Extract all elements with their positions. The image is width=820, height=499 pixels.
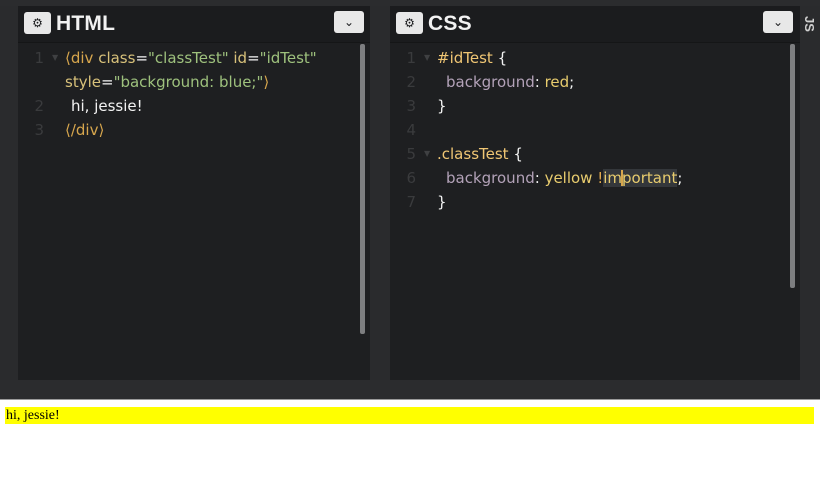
panel-divider[interactable]	[370, 6, 390, 380]
rendered-text: hi, jessie!	[6, 408, 60, 423]
html-panel-title: HTML	[56, 12, 116, 35]
code-line: 3 }	[390, 94, 800, 118]
rendered-div: hi, jessie!	[5, 407, 814, 424]
resize-bar[interactable]	[0, 380, 820, 400]
code-token: :	[534, 169, 540, 187]
code-line: 4	[390, 118, 800, 142]
css-editor-panel: ⚙ CSS ⌄ 1 ▼ #idTest { 2 background: red;…	[390, 6, 800, 380]
code-token: }	[437, 193, 447, 211]
code-token: ⟨/div⟩	[65, 121, 105, 139]
css-scrollbar[interactable]	[790, 44, 795, 288]
css-panel-title: CSS	[428, 12, 472, 35]
css-settings-button[interactable]: ⚙	[396, 12, 423, 34]
fold-arrow-icon[interactable]: ▼	[424, 142, 430, 166]
code-token: =	[135, 49, 149, 67]
line-number: 4	[406, 121, 416, 139]
code-token: ⟨div	[65, 49, 94, 67]
js-tab-label: JS	[802, 16, 817, 32]
selection-highlight: important	[603, 169, 678, 187]
result-preview: hi, jessie!	[0, 400, 820, 499]
code-token: yellow	[544, 169, 593, 187]
gear-icon: ⚙	[404, 16, 415, 30]
line-number: 5	[406, 145, 416, 163]
code-line: 3 ⟨/div⟩	[18, 118, 370, 142]
gear-icon: ⚙	[32, 16, 43, 30]
code-token: "background: blue;"	[113, 73, 264, 91]
fold-arrow-icon[interactable]: ▼	[424, 46, 430, 70]
code-token: red	[544, 73, 570, 91]
html-editor-panel: ⚙ HTML ⌄ 1 ▼ ⟨div class="classTest" id="…	[18, 6, 370, 380]
code-line: 1 ▼ ⟨div class="classTest" id="idTest"	[18, 46, 370, 70]
html-collapse-button[interactable]: ⌄	[334, 11, 364, 33]
code-line: 2 hi, jessie!	[18, 94, 370, 118]
code-token: style	[65, 73, 101, 91]
html-settings-button[interactable]: ⚙	[24, 12, 51, 34]
chevron-down-icon: ⌄	[343, 15, 355, 29]
line-number: 6	[406, 169, 416, 187]
code-token: ;	[677, 169, 683, 187]
code-token: id	[233, 49, 248, 67]
code-token: .classTest	[437, 145, 509, 163]
code-token: portant	[622, 169, 678, 187]
code-line: 7 }	[390, 190, 800, 214]
line-number: 2	[406, 73, 416, 91]
code-token: "idTest"	[259, 49, 317, 67]
html-panel-header: ⚙ HTML ⌄	[18, 6, 370, 43]
line-number: 1	[34, 49, 44, 67]
fold-arrow-icon[interactable]: ▼	[52, 46, 58, 70]
code-token: hi, jessie!	[71, 97, 143, 115]
code-token: class	[98, 49, 136, 67]
line-number: 3	[34, 121, 44, 139]
code-token: im	[603, 169, 623, 187]
code-token: ;	[569, 73, 575, 91]
left-gutter	[0, 6, 18, 380]
code-token: #idTest	[437, 49, 493, 67]
code-line: 1 ▼ #idTest {	[390, 46, 800, 70]
line-number: 3	[406, 97, 416, 115]
css-collapse-button[interactable]: ⌄	[763, 11, 793, 33]
code-line: 5 ▼ .classTest {	[390, 142, 800, 166]
line-number: 2	[34, 97, 44, 115]
code-token: "classTest"	[148, 49, 229, 67]
html-scrollbar[interactable]	[360, 44, 365, 334]
html-code-area[interactable]: 1 ▼ ⟨div class="classTest" id="idTest" s…	[18, 46, 370, 380]
css-code-area[interactable]: 1 ▼ #idTest { 2 background: red; 3 } 4 5…	[390, 46, 800, 380]
line-number: 1	[406, 49, 416, 67]
code-token: =	[247, 49, 260, 67]
css-panel-header: ⚙ CSS ⌄	[390, 6, 800, 43]
code-token: :	[534, 73, 540, 91]
code-token: }	[437, 97, 447, 115]
code-token: {	[513, 145, 523, 163]
code-token: background	[446, 73, 535, 91]
code-token: {	[497, 49, 508, 67]
code-line: 6 background: yellow !important;	[390, 166, 800, 190]
code-token: ⟩	[263, 73, 270, 91]
chevron-down-icon: ⌄	[772, 15, 784, 29]
code-line: style="background: blue;"⟩	[18, 70, 370, 94]
code-line: 2 background: red;	[390, 70, 800, 94]
code-token: background	[446, 169, 535, 187]
js-panel-tab[interactable]: JS	[800, 6, 820, 380]
code-token: =	[100, 73, 114, 91]
line-number: 7	[406, 193, 416, 211]
